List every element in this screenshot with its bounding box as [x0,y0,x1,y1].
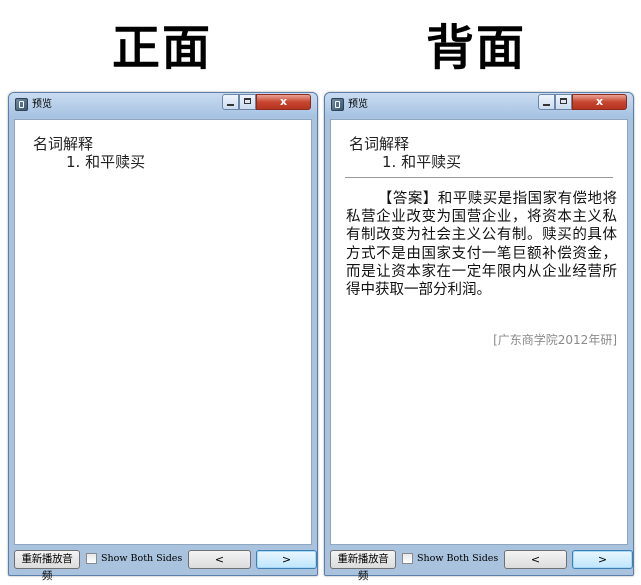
previous-button[interactable]: < [504,550,567,569]
front-side-heading: 正面 [112,20,213,76]
minimize-icon [543,104,550,106]
minimize-button[interactable] [222,94,239,110]
answer-divider [345,177,613,178]
replay-audio-button[interactable]: 重新播放音频 [330,550,396,582]
replay-audio-button[interactable]: 重新播放音频 [14,550,80,582]
previous-button[interactable]: < [188,550,251,569]
window-title: 预览 [348,99,368,110]
maximize-button[interactable] [555,94,572,110]
maximize-icon [560,98,567,104]
card-item: 1. 和平赎买 [66,153,146,171]
bottom-toolbar: 重新播放音频 Show Both Sides < > [13,549,317,582]
minimize-icon [227,104,234,106]
app-icon [331,98,344,111]
window-title: 预览 [32,99,52,110]
preview-window-back: 预览 x 名词解释 1. 和平赎买 【答案】和平赎买是指国家有偿地将私营企业改变… [324,92,634,582]
minimize-button[interactable] [538,94,555,110]
app-icon [15,98,28,111]
bottom-toolbar: 重新播放音频 Show Both Sides < > [329,549,633,582]
card-item: 1. 和平赎买 [382,153,462,171]
preview-window-front: 预览 x 名词解释 1. 和平赎买 重新播放音频 Show Both Sides… [8,92,318,582]
show-both-sides-checkbox[interactable] [86,553,97,564]
close-button[interactable]: x [256,94,311,110]
show-both-sides-checkbox[interactable] [402,553,413,564]
back-side-heading: 背面 [426,20,527,76]
card-title: 名词解释 [349,135,410,153]
next-button[interactable]: > [572,550,633,569]
card-question: 名词解释 1. 和平赎买 [33,135,145,171]
close-button[interactable]: x [572,94,627,110]
card-content: 名词解释 1. 和平赎买 [14,119,312,545]
maximize-button[interactable] [239,94,256,110]
answer-source: [广东商学院2012年研] [493,333,617,347]
window-titlebar[interactable]: 预览 x [325,93,633,117]
card-question: 名词解释 1. 和平赎买 [349,135,461,171]
maximize-icon [244,98,251,104]
card-content: 名词解释 1. 和平赎买 【答案】和平赎买是指国家有偿地将私营企业改变为国营企业… [330,119,628,545]
card-answer: 【答案】和平赎买是指国家有偿地将私营企业改变为国营企业，将资本主义私有制改变为社… [346,191,617,299]
show-both-sides-label: Show Both Sides [417,553,499,564]
show-both-sides-label: Show Both Sides [101,553,183,564]
next-button[interactable]: > [256,550,317,569]
card-title: 名词解释 [33,135,94,153]
window-titlebar[interactable]: 预览 x [9,93,317,117]
